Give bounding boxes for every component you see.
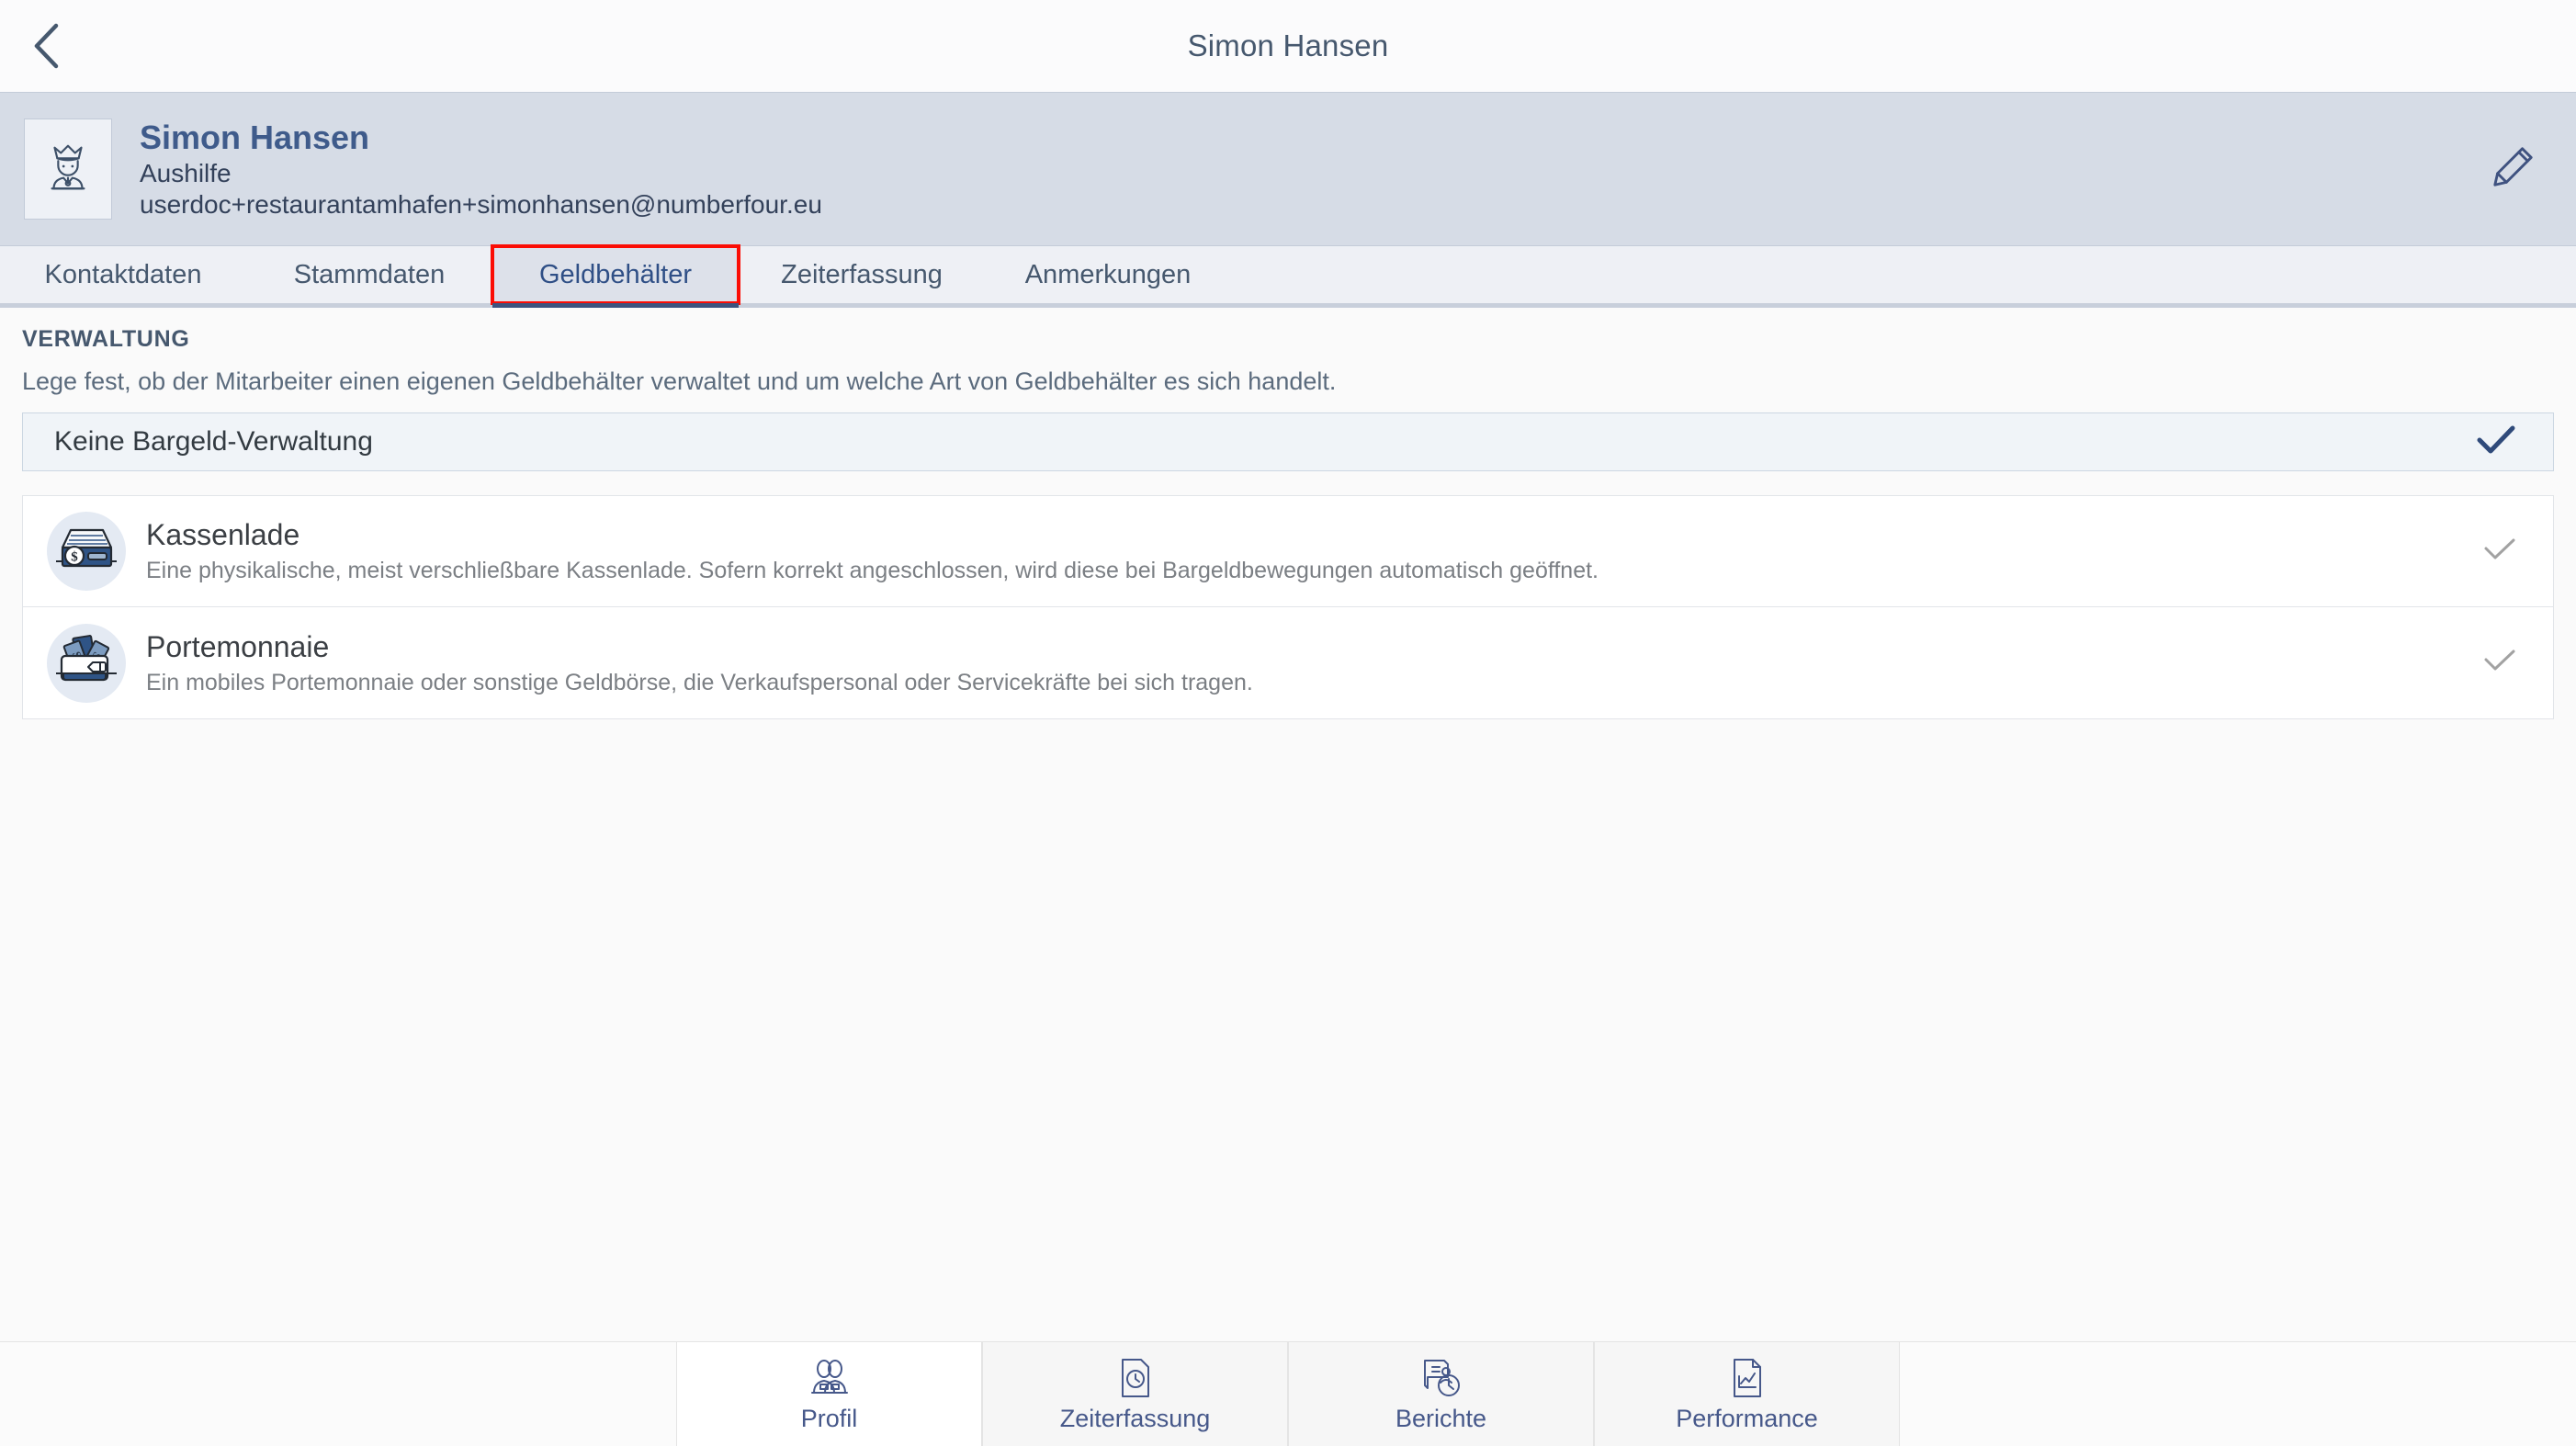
- pencil-icon: [2490, 144, 2536, 195]
- profile-screen: Simon Hansen Simon Hansen Aushilfe userd…: [0, 0, 2576, 1446]
- nav-label: Performance: [1676, 1405, 1818, 1432]
- check-icon: [2483, 649, 2516, 677]
- person-crown-icon: [40, 139, 96, 200]
- nav-item-profil[interactable]: Profil: [676, 1342, 982, 1446]
- nav-label: Profil: [800, 1405, 858, 1432]
- content-area: VERWALTUNG Lege fest, ob der Mitarbeiter…: [0, 308, 2576, 1341]
- option-title: Portemonnaie: [146, 629, 330, 663]
- profile-text: Simon Hansen Aushilfe userdoc+restaurant…: [140, 119, 822, 220]
- tab-label: Kontaktdaten: [44, 259, 202, 289]
- cash-drawer-icon-wrapper: $: [47, 512, 126, 591]
- row-spacer: [22, 471, 2554, 495]
- edit-profile-button[interactable]: [2480, 137, 2545, 201]
- check-icon: [2483, 537, 2516, 566]
- tab-label: Stammdaten: [293, 259, 446, 289]
- page-title: Simon Hansen: [1187, 28, 1389, 62]
- nav-item-performance[interactable]: Performance: [1594, 1342, 1900, 1446]
- tab-label: Anmerkungen: [1024, 259, 1192, 289]
- option-portemonnaie[interactable]: S S Portemonnaie: [22, 607, 2554, 719]
- avatar: [24, 119, 112, 220]
- tab-zeiterfassung[interactable]: Zeiterfassung: [739, 246, 985, 303]
- titlebar: Simon Hansen: [0, 0, 2576, 92]
- option-check: [2474, 649, 2525, 677]
- tab-kontaktdaten[interactable]: Kontaktdaten: [0, 246, 246, 303]
- nav-item-zeiterfassung[interactable]: Zeiterfassung: [982, 1342, 1288, 1446]
- profile-role: Aushilfe: [140, 159, 232, 188]
- nav-label: Zeiterfassung: [1059, 1405, 1211, 1432]
- document-chart-icon: [1728, 1355, 1767, 1401]
- option-kassenlade[interactable]: $ Kassenlade Eine physikalische, meist v…: [22, 495, 2554, 607]
- check-icon: [2477, 425, 2515, 459]
- section-label: VERWALTUNG: [22, 326, 190, 352]
- tab-label: Geldbehälter: [538, 259, 693, 289]
- option-body: Portemonnaie Ein mobiles Portemonnaie od…: [146, 630, 1253, 696]
- option-title: Keine Bargeld-Verwaltung: [54, 426, 373, 457]
- profile-name: Simon Hansen: [140, 118, 370, 156]
- section-description: Lege fest, ob der Mitarbeiter einen eige…: [22, 367, 1337, 395]
- bottom-navigation: Profil Zeiterfassung Berichte Performanc…: [0, 1341, 2576, 1446]
- two-people-icon: [808, 1355, 852, 1401]
- profile-email: userdoc+restaurantamhafen+simonhansen@nu…: [140, 190, 822, 220]
- nav-spacer-right: [1900, 1342, 2576, 1446]
- wallet-icon: S S: [52, 627, 120, 699]
- option-body: Kassenlade Eine physikalische, meist ver…: [146, 518, 1599, 584]
- option-title: Kassenlade: [146, 518, 300, 551]
- tabbar: Kontaktdaten Stammdaten Geldbehälter Zei…: [0, 244, 2576, 308]
- tab-anmerkungen[interactable]: Anmerkungen: [985, 246, 1231, 303]
- wallet-icon-wrapper: S S: [47, 623, 126, 703]
- option-description: Eine physikalische, meist verschließbare…: [146, 558, 1599, 583]
- option-keine-bargeld-verwaltung[interactable]: Keine Bargeld-Verwaltung: [22, 412, 2554, 471]
- selected-check: [2470, 425, 2522, 459]
- receipt-clock-icon: [1420, 1355, 1463, 1401]
- profile-header: Simon Hansen Aushilfe userdoc+restaurant…: [0, 92, 2576, 246]
- tab-geldbehaelter[interactable]: Geldbehälter: [491, 244, 740, 308]
- nav-label: Berichte: [1395, 1405, 1487, 1432]
- nav-item-berichte[interactable]: Berichte: [1288, 1342, 1594, 1446]
- option-description: Ein mobiles Portemonnaie oder sonstige G…: [146, 669, 1253, 695]
- svg-text:$: $: [71, 549, 78, 564]
- document-clock-icon: [1116, 1355, 1155, 1401]
- tab-label: Zeiterfassung: [781, 259, 943, 289]
- cash-drawer-icon: $: [52, 515, 120, 588]
- nav-spacer-left: [0, 1342, 676, 1446]
- option-check: [2474, 537, 2525, 566]
- tab-stammdaten[interactable]: Stammdaten: [246, 246, 492, 303]
